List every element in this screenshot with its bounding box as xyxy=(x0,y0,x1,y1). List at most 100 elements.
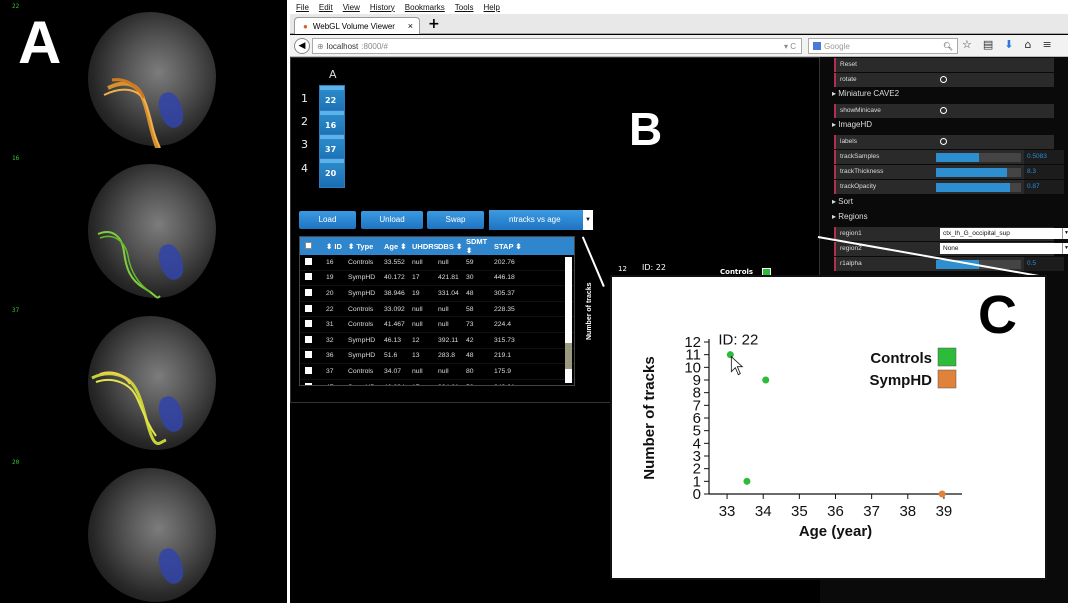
new-tab-button[interactable]: + xyxy=(428,16,440,32)
slider-value[interactable]: 0.5083 xyxy=(1024,150,1064,164)
rotate-row[interactable]: rotate xyxy=(834,73,1054,87)
table-row[interactable]: 37 Controls 34.07 null null 80 175.9 xyxy=(300,364,574,380)
table-row[interactable]: 20 SympHD 38.946 19 331.04 48 305.37 xyxy=(300,286,574,302)
tab-webgl-viewer[interactable]: ● WebGL Volume Viewer × xyxy=(294,17,420,34)
cell-dbs: 421.81 xyxy=(438,274,459,282)
reset-row[interactable]: Reset xyxy=(834,58,1054,72)
url-field[interactable]: ⊕ localhost:8000/# ▾ C xyxy=(312,38,802,54)
slider-track[interactable] xyxy=(936,168,1021,177)
plot-type-select[interactable]: ntracks vs age ▼ xyxy=(489,210,593,230)
search-icon[interactable]: 🔍︎ xyxy=(943,42,953,51)
showminicave-row[interactable]: showMinicave xyxy=(834,104,1054,118)
table-row[interactable]: 36 SympHD 51.6 13 283.8 48 219.1 xyxy=(300,349,574,365)
table-row[interactable]: 31 Controls 41.467 null null 73 224.4 xyxy=(300,317,574,333)
fiber-tract xyxy=(91,371,167,445)
menu-help[interactable]: Help xyxy=(483,3,499,12)
col-dbs[interactable]: DBS ⬍ xyxy=(438,242,466,251)
select-all-checkbox[interactable] xyxy=(300,241,320,251)
col-type[interactable]: ⬍ Type xyxy=(348,242,384,251)
section-regions[interactable]: ▸ Regions xyxy=(832,212,868,221)
cell-uhdrs: 19 xyxy=(412,289,420,297)
url-host: localhost xyxy=(326,41,359,51)
table-row[interactable]: 19 SympHD 40.172 17 421.81 30 446.18 xyxy=(300,271,574,287)
section-sort[interactable]: ▸ Sort xyxy=(832,197,853,206)
col-uhdrs[interactable]: UHDRS xyxy=(412,242,439,251)
region2-select[interactable]: None ▼ xyxy=(940,243,1068,254)
download-icon[interactable]: ⬇ xyxy=(1004,38,1013,51)
bookmarks-icon[interactable]: ▤ xyxy=(983,38,993,51)
toggle-icon[interactable] xyxy=(940,76,947,83)
menu-history[interactable]: History xyxy=(370,3,395,12)
navigation-bar: ◀ ⊕ localhost:8000/# ▾ C Google 🔍︎ ☆ ▤ ⬇… xyxy=(290,35,1068,57)
slider-value[interactable]: 0.87 xyxy=(1024,180,1064,194)
col-stap[interactable]: STAP ⬍ xyxy=(494,242,526,251)
panel-label-a: A xyxy=(18,9,62,76)
menu-edit[interactable]: Edit xyxy=(319,3,333,12)
table-row[interactable]: 47SympHD46.89417304.8158243.01 xyxy=(300,380,574,385)
slider-row[interactable]: trackOpacity 0.87 xyxy=(834,180,1064,194)
star-icon[interactable]: ☆ xyxy=(962,38,972,51)
figure: 22 16 37 20 A File Edit View History Boo… xyxy=(0,0,1068,603)
region1-row[interactable]: region1 ctx_lh_G_occipital_sup ▼ xyxy=(834,227,1068,241)
toggle-icon[interactable] xyxy=(940,107,947,114)
row-checkbox[interactable] xyxy=(300,335,320,345)
swap-button[interactable]: Swap xyxy=(427,211,484,229)
table-row[interactable]: 16 Controls 33.552 null null 59 202.76 xyxy=(300,255,574,271)
row-label: 4 xyxy=(301,162,308,175)
scrollbar-thumb[interactable] xyxy=(565,343,572,369)
col-sdmt[interactable]: SDMT ⬍ xyxy=(466,237,494,255)
brain-tile: 20 xyxy=(0,456,287,603)
mini-plot-tick: 12 xyxy=(618,265,627,273)
row-checkbox[interactable] xyxy=(300,304,320,314)
row-checkbox[interactable] xyxy=(300,273,320,282)
close-tab-icon[interactable]: × xyxy=(408,21,413,31)
labels-row[interactable]: labels xyxy=(834,135,1054,149)
table-scrollbar[interactable] xyxy=(565,257,572,383)
col-age[interactable]: Age ⬍ xyxy=(384,242,412,251)
col-id[interactable]: ⬍ ID xyxy=(320,242,348,251)
toolbar-icons: ☆ ▤ ⬇ ⌂ ≡ xyxy=(962,38,1052,51)
menu-view[interactable]: View xyxy=(343,3,360,12)
row-checkbox[interactable] xyxy=(300,288,320,298)
back-button[interactable]: ◀ xyxy=(294,38,310,54)
row-checkbox[interactable] xyxy=(300,351,320,360)
slider-value[interactable]: 0.5 xyxy=(1024,257,1064,271)
toggle-icon[interactable] xyxy=(940,138,947,145)
slider-row[interactable]: trackThickness 8.3 xyxy=(834,165,1064,179)
menu-bookmarks[interactable]: Bookmarks xyxy=(405,3,445,12)
cell-id: 36 xyxy=(326,352,334,360)
row-checkbox[interactable] xyxy=(300,320,320,329)
menu-tools[interactable]: Tools xyxy=(455,3,474,12)
legend-swatch xyxy=(937,347,957,367)
load-button[interactable]: Load xyxy=(299,211,356,229)
row-checkbox[interactable] xyxy=(300,366,320,376)
cell-dbs: null xyxy=(438,258,449,266)
unload-button[interactable]: Unload xyxy=(361,211,423,229)
mini-plot-ylabel: Number of tracks xyxy=(586,282,593,340)
y-axis-label: Number of tracks xyxy=(641,356,658,479)
url-port: :8000/# xyxy=(361,41,388,51)
search-field[interactable]: Google 🔍︎ xyxy=(808,38,958,54)
cell-sdmt: 42 xyxy=(466,336,474,344)
brain-tile: 16 xyxy=(0,152,287,300)
section-imagehd[interactable]: ▸ ImageHD xyxy=(832,120,872,129)
cell-stap: 243.01 xyxy=(494,384,526,385)
section-miniature[interactable]: ▸ Miniature CAVE2 xyxy=(832,89,899,98)
row-checkbox[interactable] xyxy=(300,382,320,385)
slider-track[interactable] xyxy=(936,153,1021,162)
table-row[interactable]: 22 Controls 33.092 null null 58 228.35 xyxy=(300,302,574,318)
menu-icon[interactable]: ≡ xyxy=(1042,38,1051,51)
reload-icon[interactable]: ▾ C xyxy=(784,42,796,51)
home-icon[interactable]: ⌂ xyxy=(1025,38,1032,51)
table-row[interactable]: 32 SympHD 46.13 12 392.11 42 315.73 xyxy=(300,333,574,349)
sort-icon: ⬍ xyxy=(466,246,473,255)
data-point xyxy=(938,490,946,498)
menu-file[interactable]: File xyxy=(296,3,309,12)
region1-select[interactable]: ctx_lh_G_occipital_sup ▼ xyxy=(940,228,1068,239)
slider-value[interactable]: 8.3 xyxy=(1024,165,1064,179)
row-checkbox[interactable] xyxy=(300,257,320,267)
slider-row[interactable]: trackSamples 0.5083 xyxy=(834,150,1064,164)
cell-uhdrs: 12 xyxy=(412,336,420,344)
slider-track[interactable] xyxy=(936,183,1021,192)
slot-tile[interactable]: 20 xyxy=(319,158,345,188)
